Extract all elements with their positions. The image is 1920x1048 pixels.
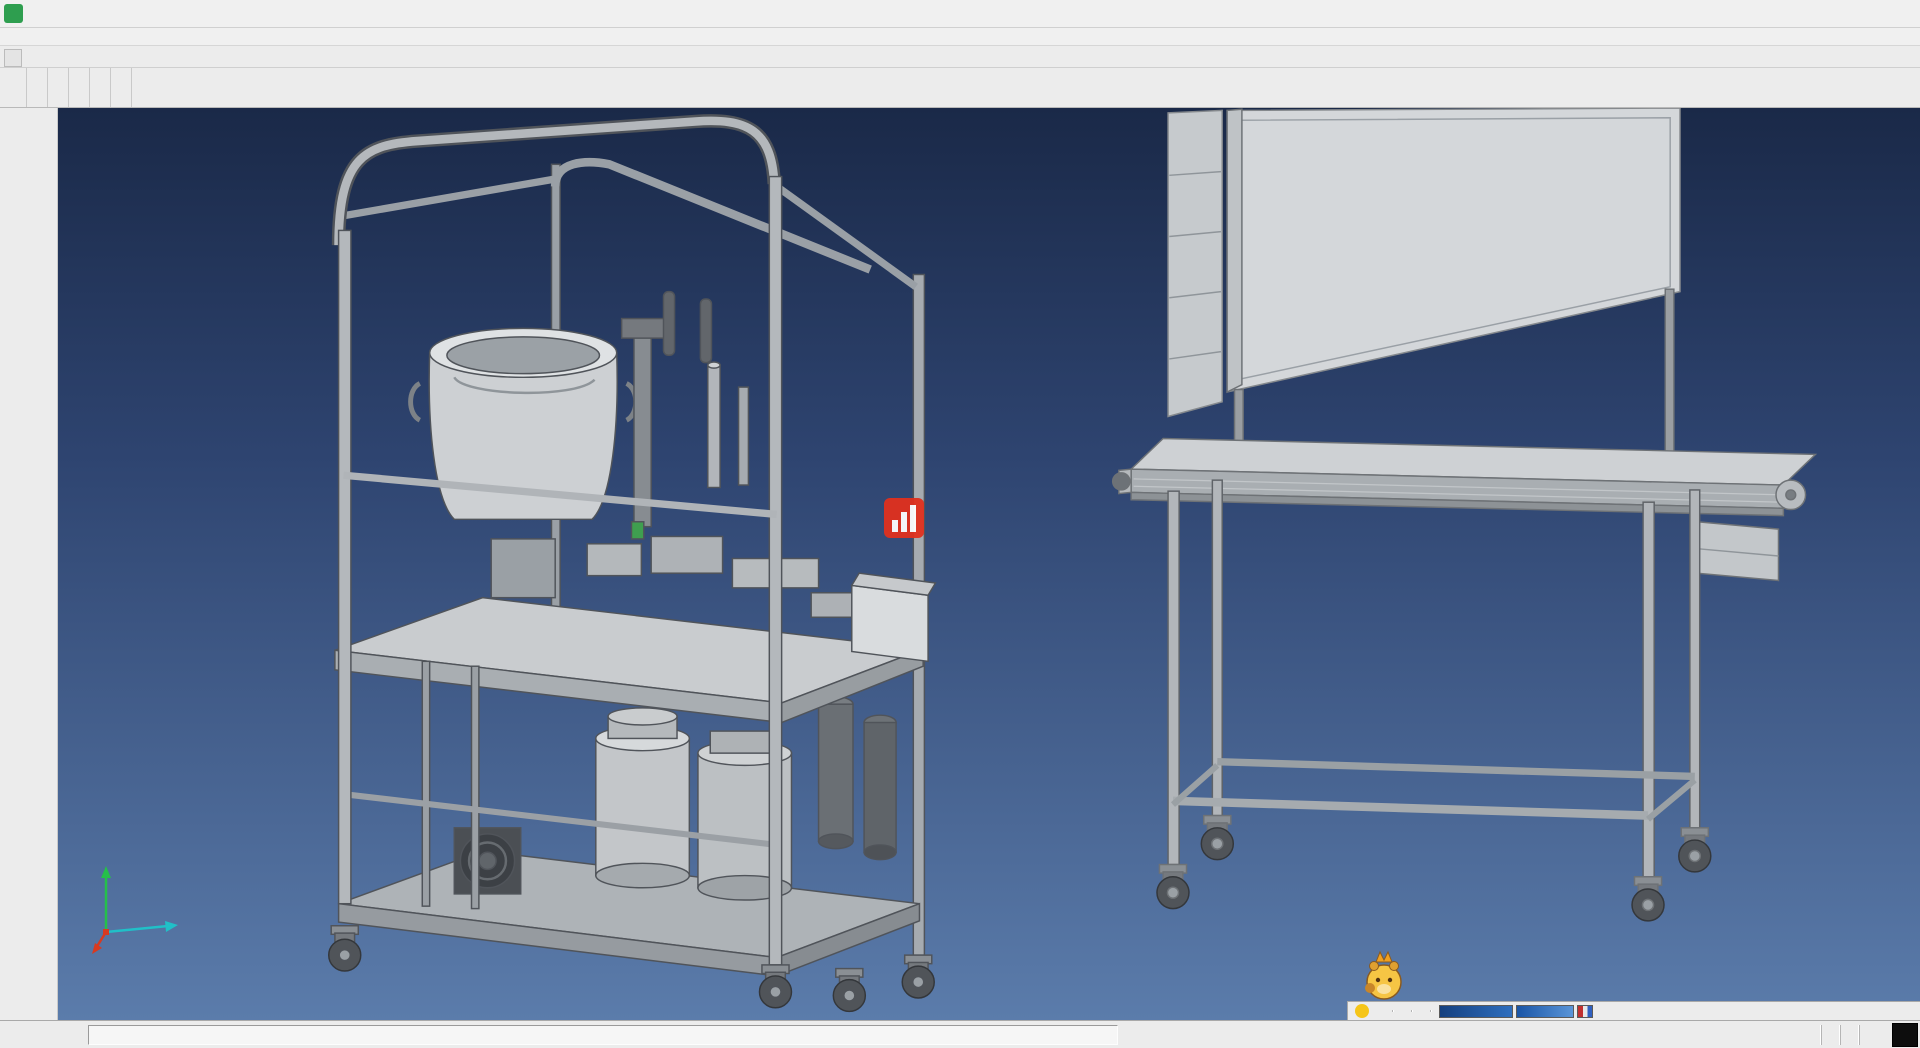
layer-color-bar[interactable] [1577,1005,1593,1018]
ribbon-group-view [69,68,90,107]
app-window [0,0,1920,1048]
ribbon-group-system [111,68,132,107]
main-area [0,108,1920,1020]
command-field[interactable] [88,1025,1118,1045]
caster-wheel [833,969,865,1012]
ribbon-tabbar [0,46,1920,68]
workbench-model[interactable] [1113,108,1816,921]
ribbon-group-workplane [90,68,111,107]
statusbar [0,1020,1920,1048]
caster-wheel [329,926,361,971]
scene-canvas [58,108,1920,1020]
color-swatch-black[interactable] [1892,1023,1918,1047]
assembly-machine-model[interactable] [329,121,936,1012]
layer-color-bar[interactable] [1516,1005,1574,1018]
viewport-3d[interactable] [58,108,1920,1020]
abs-mode-badge [1355,1004,1369,1018]
caster-wheel [1679,828,1711,872]
axis-triad [76,852,206,962]
caster-wheel [902,955,934,998]
ribbon-group-attributes [6,68,27,107]
maximize-button[interactable] [1830,0,1875,28]
active-layer-label[interactable] [1412,1010,1431,1012]
left-toolbar [0,108,58,1020]
layer-color-bars [1439,1005,1593,1018]
ribbon-group-graphics [27,68,48,107]
minimize-button[interactable] [1785,0,1830,28]
watermark-logo [884,498,931,538]
coordinate-readout [1859,1025,1890,1045]
caster-wheel [1157,865,1189,909]
layer-color-bar[interactable] [1439,1005,1513,1018]
layerbar [1347,1001,1920,1020]
ribbon-group-image [48,68,69,107]
absolute-view-label[interactable] [1393,1010,1412,1012]
titlebar [0,0,1920,28]
caster-wheel [1201,816,1233,860]
visi-logo-icon [4,4,23,23]
units-readout [1840,1025,1859,1045]
menubar [0,28,1920,46]
caster-wheel [1632,877,1664,921]
scale-readout [1821,1025,1840,1045]
caster-wheel [759,965,791,1008]
window-controls [1785,0,1920,28]
watermark-bars-icon [884,498,924,538]
ribbon-toolbar [0,68,1920,108]
tabbar-dropdown-icon[interactable] [4,49,22,67]
view-mode-label[interactable] [1374,1010,1393,1012]
close-button[interactable] [1875,0,1920,28]
